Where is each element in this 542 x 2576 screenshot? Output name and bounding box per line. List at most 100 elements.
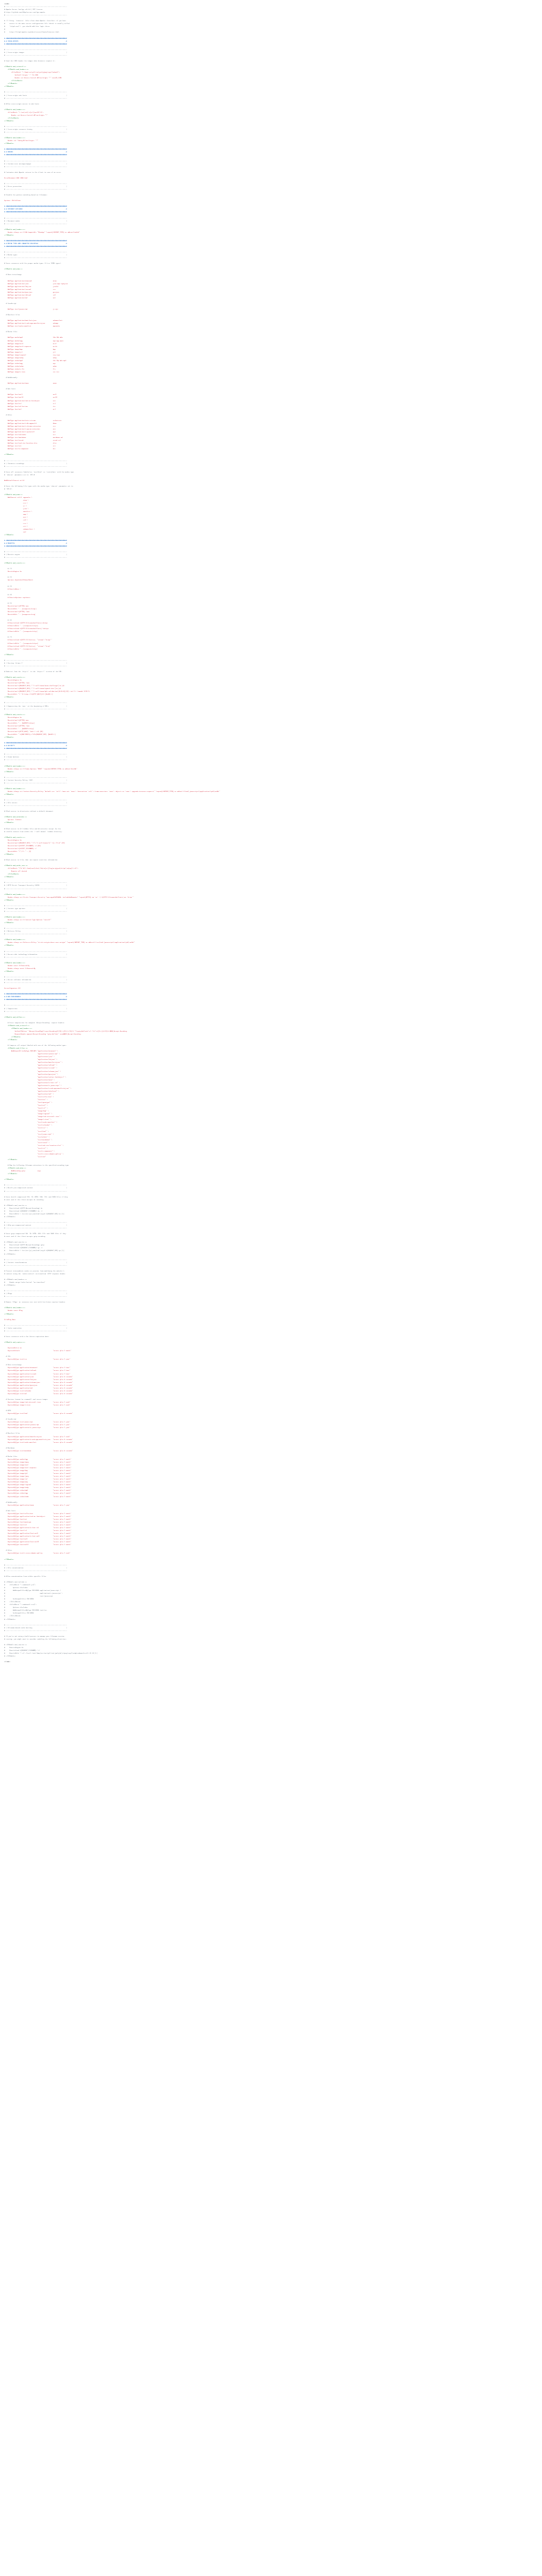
- code-line-text: # </IfModule>: [4, 1253, 16, 1255]
- code-line-text: # </IfModule>: [4, 1618, 16, 1620]
- code-line-text: # # ERRORS #: [4, 152, 67, 154]
- code-line-text: # | Content type options |: [4, 908, 67, 910]
- code-line-text: Header always unset X-Powered-By: [4, 967, 36, 970]
- code-line-text: # revving, you might want to consider en…: [4, 1638, 67, 1640]
- code-line-text: SetEnvIfNoCase ^(Accept-EncodXng|X-cept-…: [4, 1030, 127, 1032]
- code-line-text: <IfModule mod_autoindex.c>: [4, 817, 28, 819]
- code-line-text: # RewriteCond %{HTTP:CF-Visitor} '"schem…: [4, 645, 52, 647]
- code-line-text: # ######################################…: [4, 212, 67, 214]
- code-line-text: # Redirect from the `http://` to the `ht…: [4, 671, 63, 673]
- code-line-text: # Markdown: [4, 1447, 15, 1449]
- code-line-text: </FilesMatch>: [4, 874, 19, 876]
- code-line-text: # </IfModule>: [4, 1216, 16, 1218]
- code-line-text: # RewriteRule ^ - [env=proto:http]: [4, 631, 37, 633]
- code-line-text: # Media files: [4, 331, 18, 334]
- code-line-text: ExpiresByType text/css "access plus 1 ye…: [4, 1359, 71, 1361]
- code-line-text: # Serve resources with the proper media …: [4, 263, 62, 265]
- code-line-text: # --------------------------------------…: [4, 800, 67, 802]
- code-line-text: # Media files: [4, 1455, 18, 1458]
- code-line-text: # --------------------------------------…: [4, 1185, 67, 1187]
- code-line-text: # RewriteOptions <options>: [4, 597, 30, 599]
- code-line-text: # | Compression |: [4, 1008, 67, 1010]
- code-line-text: # (4): [4, 594, 13, 596]
- code-line-text: # ######################################…: [4, 245, 67, 248]
- code-line-text: Header unset X-Powered-By: [4, 965, 30, 967]
- code-line-text: # RewriteCond %{REQUEST_FILENAME}\.gz -f: [4, 1247, 43, 1250]
- code-line-text: # --------------------------------------…: [4, 665, 67, 667]
- code-line-text: <IfModule mod_headers.c>: [4, 788, 25, 790]
- code-line-text: "application/x-web-app-manifest+json" \: [4, 1087, 71, 1089]
- code-line-text: # # REWRITES #: [4, 542, 67, 544]
- code-line-text: </IfModule>: [4, 1173, 18, 1176]
- code-line-text: RewriteCond %{SCRIPT_FILENAME} -f: [4, 848, 37, 850]
- code-line-text: AddType text/x-component htc: [4, 448, 56, 451]
- code-line-text: "application/wasm" \: [4, 1079, 55, 1081]
- code-line-text: # Map the following filename extensions …: [4, 1165, 70, 1167]
- code-line-text: ExpiresByType application/x-font-woff "a…: [4, 1536, 71, 1538]
- code-line-text: AddType application/geo+json geojson: [4, 291, 59, 293]
- code-line-text: .css \: [4, 503, 28, 505]
- code-line-text: AddType text/calendar ics: [4, 434, 56, 437]
- code-line-text: # | Server-side technology information |: [4, 953, 67, 956]
- code-line-text: ExpiresByType text/cache-manifest "acces…: [4, 1441, 73, 1443]
- code-line-text: AddType video/mp4 f4v f4p m4v mp4: [4, 360, 66, 362]
- code-line-text: ServerSignature Off: [4, 988, 21, 990]
- code-line-text: # --------------------------------------…: [4, 6, 67, 8]
- code-line-text: # Manifest files: [4, 315, 20, 317]
- code-line-text: ExpiresByType font/eot "access plus 1 mo…: [4, 1518, 71, 1520]
- code-line-text: # SetOutputFilter INCLUDES: [4, 1613, 34, 1615]
- code-line-text: Header set Access-Control-Allow-Origin "…: [4, 78, 62, 80]
- code-line-text: ExpiresByType video/webm "access plus 1 …: [4, 1496, 71, 1498]
- code-line-text: # | Suppressing the `www.` at the beginn…: [4, 705, 67, 707]
- code-line-text: # --------------------------------------…: [4, 1264, 67, 1266]
- code-line-text: AddType text/cache-manifest appcache: [4, 326, 60, 328]
- code-line-text: ExpiresByType application/x-web-app-mani…: [4, 1439, 73, 1441]
- code-line-text: ExpiresByType font/otf "access plus 1 mo…: [4, 1524, 71, 1526]
- code-line-text: "application/xml" \: [4, 1093, 54, 1095]
- code-line-text: RewriteRule ^(.*)$ https://%{HTTP_HOST}/…: [4, 694, 54, 696]
- code-line-text: "application/ld+json" \: [4, 1059, 58, 1061]
- code-line-text: # Manifest files: [4, 1433, 20, 1435]
- code-line-text: # --------------------------------------…: [4, 708, 67, 710]
- code-editor[interactable]: <code> # --------------------------------…: [0, 0, 542, 2576]
- code-line-text: </IfModule>: [4, 970, 14, 972]
- code-line-text: AddType application/atom+xml atom: [4, 280, 56, 282]
- code-line-text: # Send the CORS header for images when b…: [4, 60, 56, 62]
- code-line-text: # `httpd.conf`), you should add this log…: [4, 26, 51, 28]
- code-line-text: # (5): [4, 602, 13, 604]
- code-line-text: .webmanifest \: [4, 528, 35, 530]
- code-line-text: # | Document modes |: [4, 220, 67, 222]
- code-line-text: # RewriteCond %{HTTP:X-Forwarded-Proto} …: [4, 628, 49, 630]
- code-line-text: # --------------------------------------…: [4, 1222, 67, 1224]
- code-line-text: </IfModule>: [4, 1558, 14, 1561]
- code-line-text: # If you're not using a build process to…: [4, 1635, 65, 1637]
- code-line-text: # Apache Server Configs v6.0.0 | MIT Lic…: [4, 9, 43, 11]
- code-line-text: # --------------------------------------…: [4, 928, 67, 930]
- code-line-text: #: [4, 29, 6, 31]
- code-line-text: AddType font/ttf ttf: [4, 403, 56, 405]
- code-line-text: # | Cross-origin web fonts |: [4, 94, 67, 97]
- code-line-text: # (7): [4, 637, 13, 639]
- code-line-text: RewriteRule ^ - [env=proto:https]: [4, 608, 37, 610]
- code-line-text: </IfModule>: [4, 793, 14, 795]
- code-line-text: ExpiresByType application/manifest+json …: [4, 1436, 71, 1438]
- code-line-text: # RewriteRule ^ - [env=proto:https]: [4, 642, 39, 645]
- code-line-text: FileETag None: [4, 1319, 16, 1321]
- code-line-text: <IfModule mod_expires.c>: [4, 1341, 25, 1343]
- code-line-text: </IfModule>: [4, 899, 14, 901]
- code-line-text: AddType image/avif avif: [4, 343, 56, 345]
- code-line-text: AddType audio/ogg oga ogg opus: [4, 340, 64, 342]
- code-line-text: AddType application/ld+json jsonld: [4, 286, 59, 288]
- code-line-text: # Block access to files that can expose …: [4, 860, 59, 862]
- code-line-text: # --------------------------------------…: [4, 97, 67, 99]
- code-line-text: # Remove `ETags` as resources are sent w…: [4, 1302, 66, 1304]
- code-line-text: # Web fonts: [4, 1510, 16, 1512]
- code-line-text: <FilesMatch "(^#.*#|\.(bak|conf|dist|fla…: [4, 868, 78, 870]
- code-line-text: AddType video/x-flv flv: [4, 369, 56, 370]
- code-line-text: RewriteCond %{REQUEST_URI} "!(^|/)\.well…: [4, 842, 66, 844]
- code-line-text: ExpiresByType image/bmp "access plus 1 m…: [4, 1470, 71, 1472]
- code-line-text: "application/schema+json" \: [4, 1070, 61, 1073]
- code-line-text: # RewriteRule ^ - [env=proto:http]: [4, 648, 37, 650]
- code-line-text: # --------------------------------------…: [4, 905, 67, 907]
- code-line-text: AddType image/bmp bmp: [4, 348, 56, 350]
